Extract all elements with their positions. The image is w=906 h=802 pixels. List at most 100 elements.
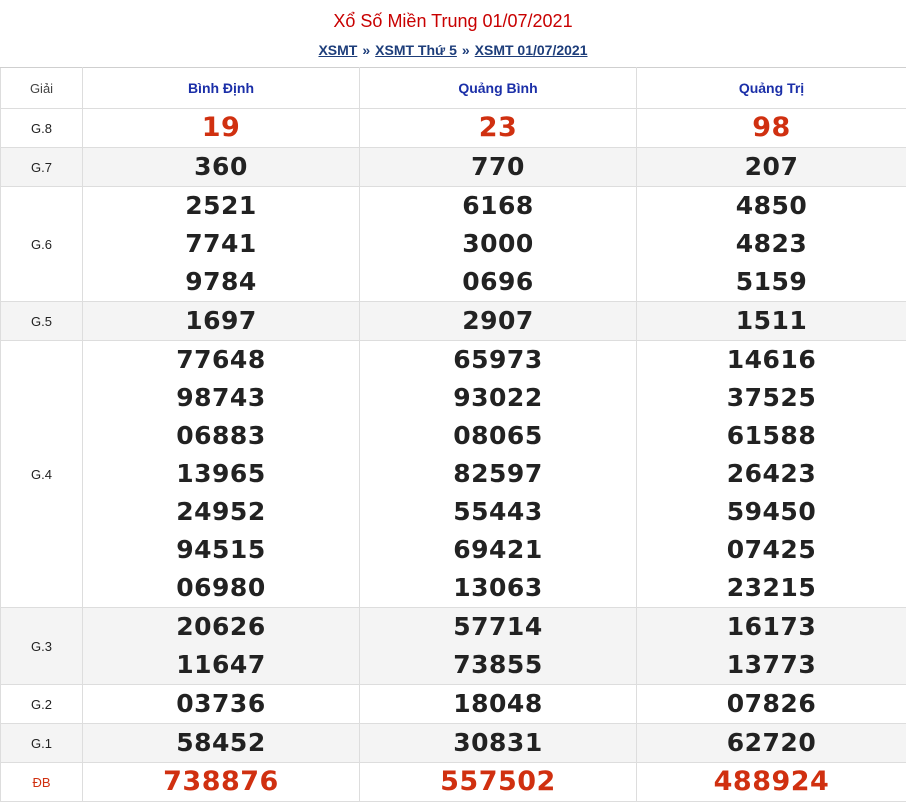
breadcrumb-xsmt-date[interactable]: XSMT 01/07/2021 [475,42,588,58]
result-number: 13773 [637,646,906,684]
result-cell: 58452 [83,724,360,763]
result-cell: 770 [360,148,637,187]
result-number: 94515 [83,531,359,569]
result-number: 11647 [83,646,359,684]
result-cell: 23 [360,109,637,148]
result-number: 14616 [637,341,906,379]
result-number: 2907 [360,302,636,340]
table-row: G.1584523083162720 [1,724,906,763]
prize-column-header: Giải [1,68,83,109]
province-header-quang-binh[interactable]: Quảng Bình [360,68,637,109]
result-number: 23215 [637,569,906,607]
result-number: 13063 [360,569,636,607]
result-cell: 19 [83,109,360,148]
result-cell: 1697 [83,302,360,341]
result-cell: 485048235159 [637,187,906,302]
result-number: 738876 [83,763,359,801]
result-cell: 65973930220806582597554436942113063 [360,341,637,608]
result-number: 2521 [83,187,359,225]
result-number: 24952 [83,493,359,531]
result-number: 07425 [637,531,906,569]
result-number: 30831 [360,724,636,762]
breadcrumb-xsmt[interactable]: XSMT [318,42,357,58]
results-panel: Xổ Số Miền Trung 01/07/2021 XSMT » XSMT … [0,0,906,802]
table-header-row: Giải Bình Định Quảng Bình Quảng Trị [1,68,906,109]
result-number: 4823 [637,225,906,263]
result-number: 1511 [637,302,906,340]
breadcrumb-separator: » [462,42,470,58]
result-cell: 207 [637,148,906,187]
result-number: 6168 [360,187,636,225]
breadcrumb-separator: » [362,42,370,58]
result-number: 58452 [83,724,359,762]
result-number: 5159 [637,263,906,301]
table-row: G.2037361804807826 [1,685,906,724]
prize-label: G.8 [1,109,83,148]
result-number: 62720 [637,724,906,762]
table-row: G.8192398 [1,109,906,148]
prize-label: G.1 [1,724,83,763]
result-cell: 616830000696 [360,187,637,302]
result-number: 16173 [637,608,906,646]
result-cell: 77648987430688313965249529451506980 [83,341,360,608]
result-cell: 2907 [360,302,637,341]
result-number: 07826 [637,685,906,723]
result-number: 57714 [360,608,636,646]
result-number: 73855 [360,646,636,684]
result-number: 26423 [637,455,906,493]
result-number: 19 [83,109,359,147]
result-number: 9784 [83,263,359,301]
result-number: 3000 [360,225,636,263]
result-number: 488924 [637,763,906,801]
result-cell: 62720 [637,724,906,763]
result-number: 4850 [637,187,906,225]
result-cell: 1617313773 [637,608,906,685]
prize-label: G.6 [1,187,83,302]
result-number: 98743 [83,379,359,417]
result-number: 37525 [637,379,906,417]
province-header-quang-tri[interactable]: Quảng Trị [637,68,906,109]
result-number: 207 [637,148,906,186]
result-cell: 18048 [360,685,637,724]
breadcrumb-xsmt-thu-5[interactable]: XSMT Thứ 5 [375,42,457,58]
province-header-binh-dinh[interactable]: Bình Định [83,68,360,109]
result-number: 13965 [83,455,359,493]
result-number: 55443 [360,493,636,531]
result-number: 7741 [83,225,359,263]
prize-label: G.2 [1,685,83,724]
result-number: 0696 [360,263,636,301]
breadcrumb: XSMT » XSMT Thứ 5 » XSMT 01/07/2021 [0,39,906,67]
result-cell: 03736 [83,685,360,724]
table-row: G.3206261164757714738551617313773 [1,608,906,685]
result-number: 06883 [83,417,359,455]
result-cell: 14616375256158826423594500742523215 [637,341,906,608]
prize-label: G.5 [1,302,83,341]
result-number: 18048 [360,685,636,723]
result-number: 98 [637,109,906,147]
result-number: 93022 [360,379,636,417]
result-cell: 98 [637,109,906,148]
result-cell: 1511 [637,302,906,341]
prize-label: G.3 [1,608,83,685]
page-title: Xổ Số Miền Trung 01/07/2021 [0,0,906,39]
result-cell: 5771473855 [360,608,637,685]
table-row: G.47764898743068831396524952945150698065… [1,341,906,608]
result-number: 59450 [637,493,906,531]
result-number: 03736 [83,685,359,723]
results-body: G.8192398G.7360770207G.62521774197846168… [1,109,906,802]
result-number: 06980 [83,569,359,607]
result-number: 08065 [360,417,636,455]
table-row: G.7360770207 [1,148,906,187]
result-number: 65973 [360,341,636,379]
results-table: Giải Bình Định Quảng Bình Quảng Trị G.81… [0,67,906,802]
result-cell: 30831 [360,724,637,763]
result-number: 82597 [360,455,636,493]
prize-label: G.4 [1,341,83,608]
result-number: 557502 [360,763,636,801]
result-number: 77648 [83,341,359,379]
result-number: 69421 [360,531,636,569]
table-row: G.5169729071511 [1,302,906,341]
result-cell: 252177419784 [83,187,360,302]
result-number: 360 [83,148,359,186]
result-number: 61588 [637,417,906,455]
